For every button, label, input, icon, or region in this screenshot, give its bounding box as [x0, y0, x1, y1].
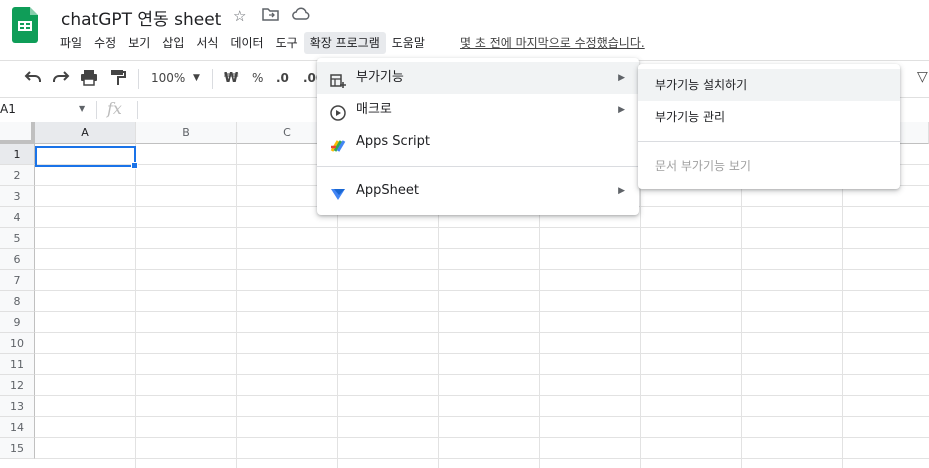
menu-file[interactable]: 파일	[54, 32, 88, 54]
fx-icon: fx	[107, 99, 122, 118]
title-bar: chatGPT 연동 sheet ☆ 파일 수정 보기 삽입 서식 데이터 도구…	[0, 0, 929, 60]
menu-help[interactable]: 도움말	[386, 32, 431, 54]
cloud-status-icon[interactable]	[292, 7, 310, 25]
menu-divider	[317, 166, 639, 167]
select-all-corner[interactable]	[0, 122, 35, 144]
menu-insert[interactable]: 삽입	[156, 32, 190, 54]
row-header[interactable]: 15	[0, 438, 35, 459]
zoom-select[interactable]: 100%	[151, 71, 185, 85]
menu-data[interactable]: 데이터	[224, 32, 269, 54]
row-header[interactable]: 4	[0, 207, 35, 228]
menu-format[interactable]: 서식	[190, 32, 224, 54]
menu-extensions[interactable]: 확장 프로그램	[303, 32, 386, 54]
undo-icon[interactable]	[24, 69, 42, 89]
print-icon[interactable]	[80, 69, 98, 90]
menu-item-apps-script[interactable]: Apps Script	[317, 126, 639, 158]
submenu-item-view-document-addons: 문서 부가기능 보기	[655, 159, 751, 173]
toolbar-divider	[138, 69, 139, 89]
addons-submenu: 부가기능 설치하기 부가기능 관리 문서 부가기능 보기	[638, 64, 900, 189]
filter-icon[interactable]: ▽	[917, 69, 928, 85]
extensions-menu: 부가기능 ▶ 매크로 ▶ Apps Script AppSheet ▶	[317, 58, 639, 215]
menu-item-label: 부가기능	[356, 70, 404, 85]
apps-script-icon	[330, 134, 346, 152]
name-box-chevron-down-icon[interactable]: ▼	[79, 104, 85, 113]
currency-format-button[interactable]: ₩	[224, 71, 238, 86]
submenu-item-install-addons[interactable]: 부가기능 설치하기	[638, 69, 900, 101]
menu-edit[interactable]: 수정	[88, 32, 122, 54]
submenu-arrow-icon: ▶	[618, 73, 625, 83]
row-header[interactable]: 6	[0, 249, 35, 270]
play-circle-icon	[330, 102, 346, 121]
submenu-arrow-icon: ▶	[618, 186, 625, 196]
star-icon[interactable]: ☆	[233, 7, 246, 25]
menu-item-label: AppSheet	[356, 183, 419, 198]
row-header[interactable]: 9	[0, 312, 35, 333]
menu-item-addons[interactable]: 부가기능 ▶	[317, 62, 639, 94]
redo-icon[interactable]	[52, 69, 70, 89]
move-folder-icon[interactable]	[262, 7, 279, 25]
row-header[interactable]: 8	[0, 291, 35, 312]
menu-item-macros[interactable]: 매크로 ▶	[317, 94, 639, 126]
selected-cell-a1[interactable]	[35, 146, 138, 169]
formula-divider	[137, 101, 138, 119]
menu-item-label: Apps Script	[356, 134, 431, 149]
row-header[interactable]: 12	[0, 375, 35, 396]
row-header[interactable]: 13	[0, 396, 35, 417]
menu-item-label: 매크로	[356, 102, 392, 117]
submenu-arrow-icon: ▶	[618, 105, 625, 115]
zoom-chevron-down-icon[interactable]: ▼	[193, 73, 200, 83]
document-title[interactable]: chatGPT 연동 sheet	[61, 5, 221, 30]
menu-divider	[638, 141, 900, 142]
appsheet-icon	[330, 183, 346, 200]
row-header[interactable]: 11	[0, 354, 35, 375]
menu-view[interactable]: 보기	[122, 32, 156, 54]
row-header[interactable]: 7	[0, 270, 35, 291]
row-header[interactable]: 10	[0, 333, 35, 354]
name-box[interactable]: A1	[0, 102, 16, 116]
percent-format-button[interactable]: %	[252, 71, 263, 85]
menu-tools[interactable]: 도구	[270, 32, 304, 54]
last-edit-link[interactable]: 몇 초 전에 마지막으로 수정했습니다.	[460, 34, 645, 51]
row-header[interactable]: 1	[0, 144, 35, 165]
column-header-a[interactable]: A	[35, 122, 136, 144]
column-header-b[interactable]: B	[136, 122, 237, 144]
row-header[interactable]: 5	[0, 228, 35, 249]
sheets-logo-icon[interactable]	[12, 7, 38, 43]
paint-format-icon[interactable]	[110, 69, 126, 90]
row-header[interactable]: 2	[0, 165, 35, 186]
menu-bar: 파일 수정 보기 삽입 서식 데이터 도구 확장 프로그램 도움말	[54, 32, 431, 54]
menu-item-appsheet[interactable]: AppSheet ▶	[317, 175, 639, 207]
row-header[interactable]: 3	[0, 186, 35, 207]
addons-icon	[330, 70, 346, 88]
toolbar-divider	[212, 69, 213, 89]
row-header[interactable]: 14	[0, 417, 35, 438]
formula-divider	[96, 101, 97, 119]
decrease-decimal-button[interactable]: .0	[276, 71, 289, 85]
submenu-item-manage-addons[interactable]: 부가기능 관리	[638, 101, 900, 133]
